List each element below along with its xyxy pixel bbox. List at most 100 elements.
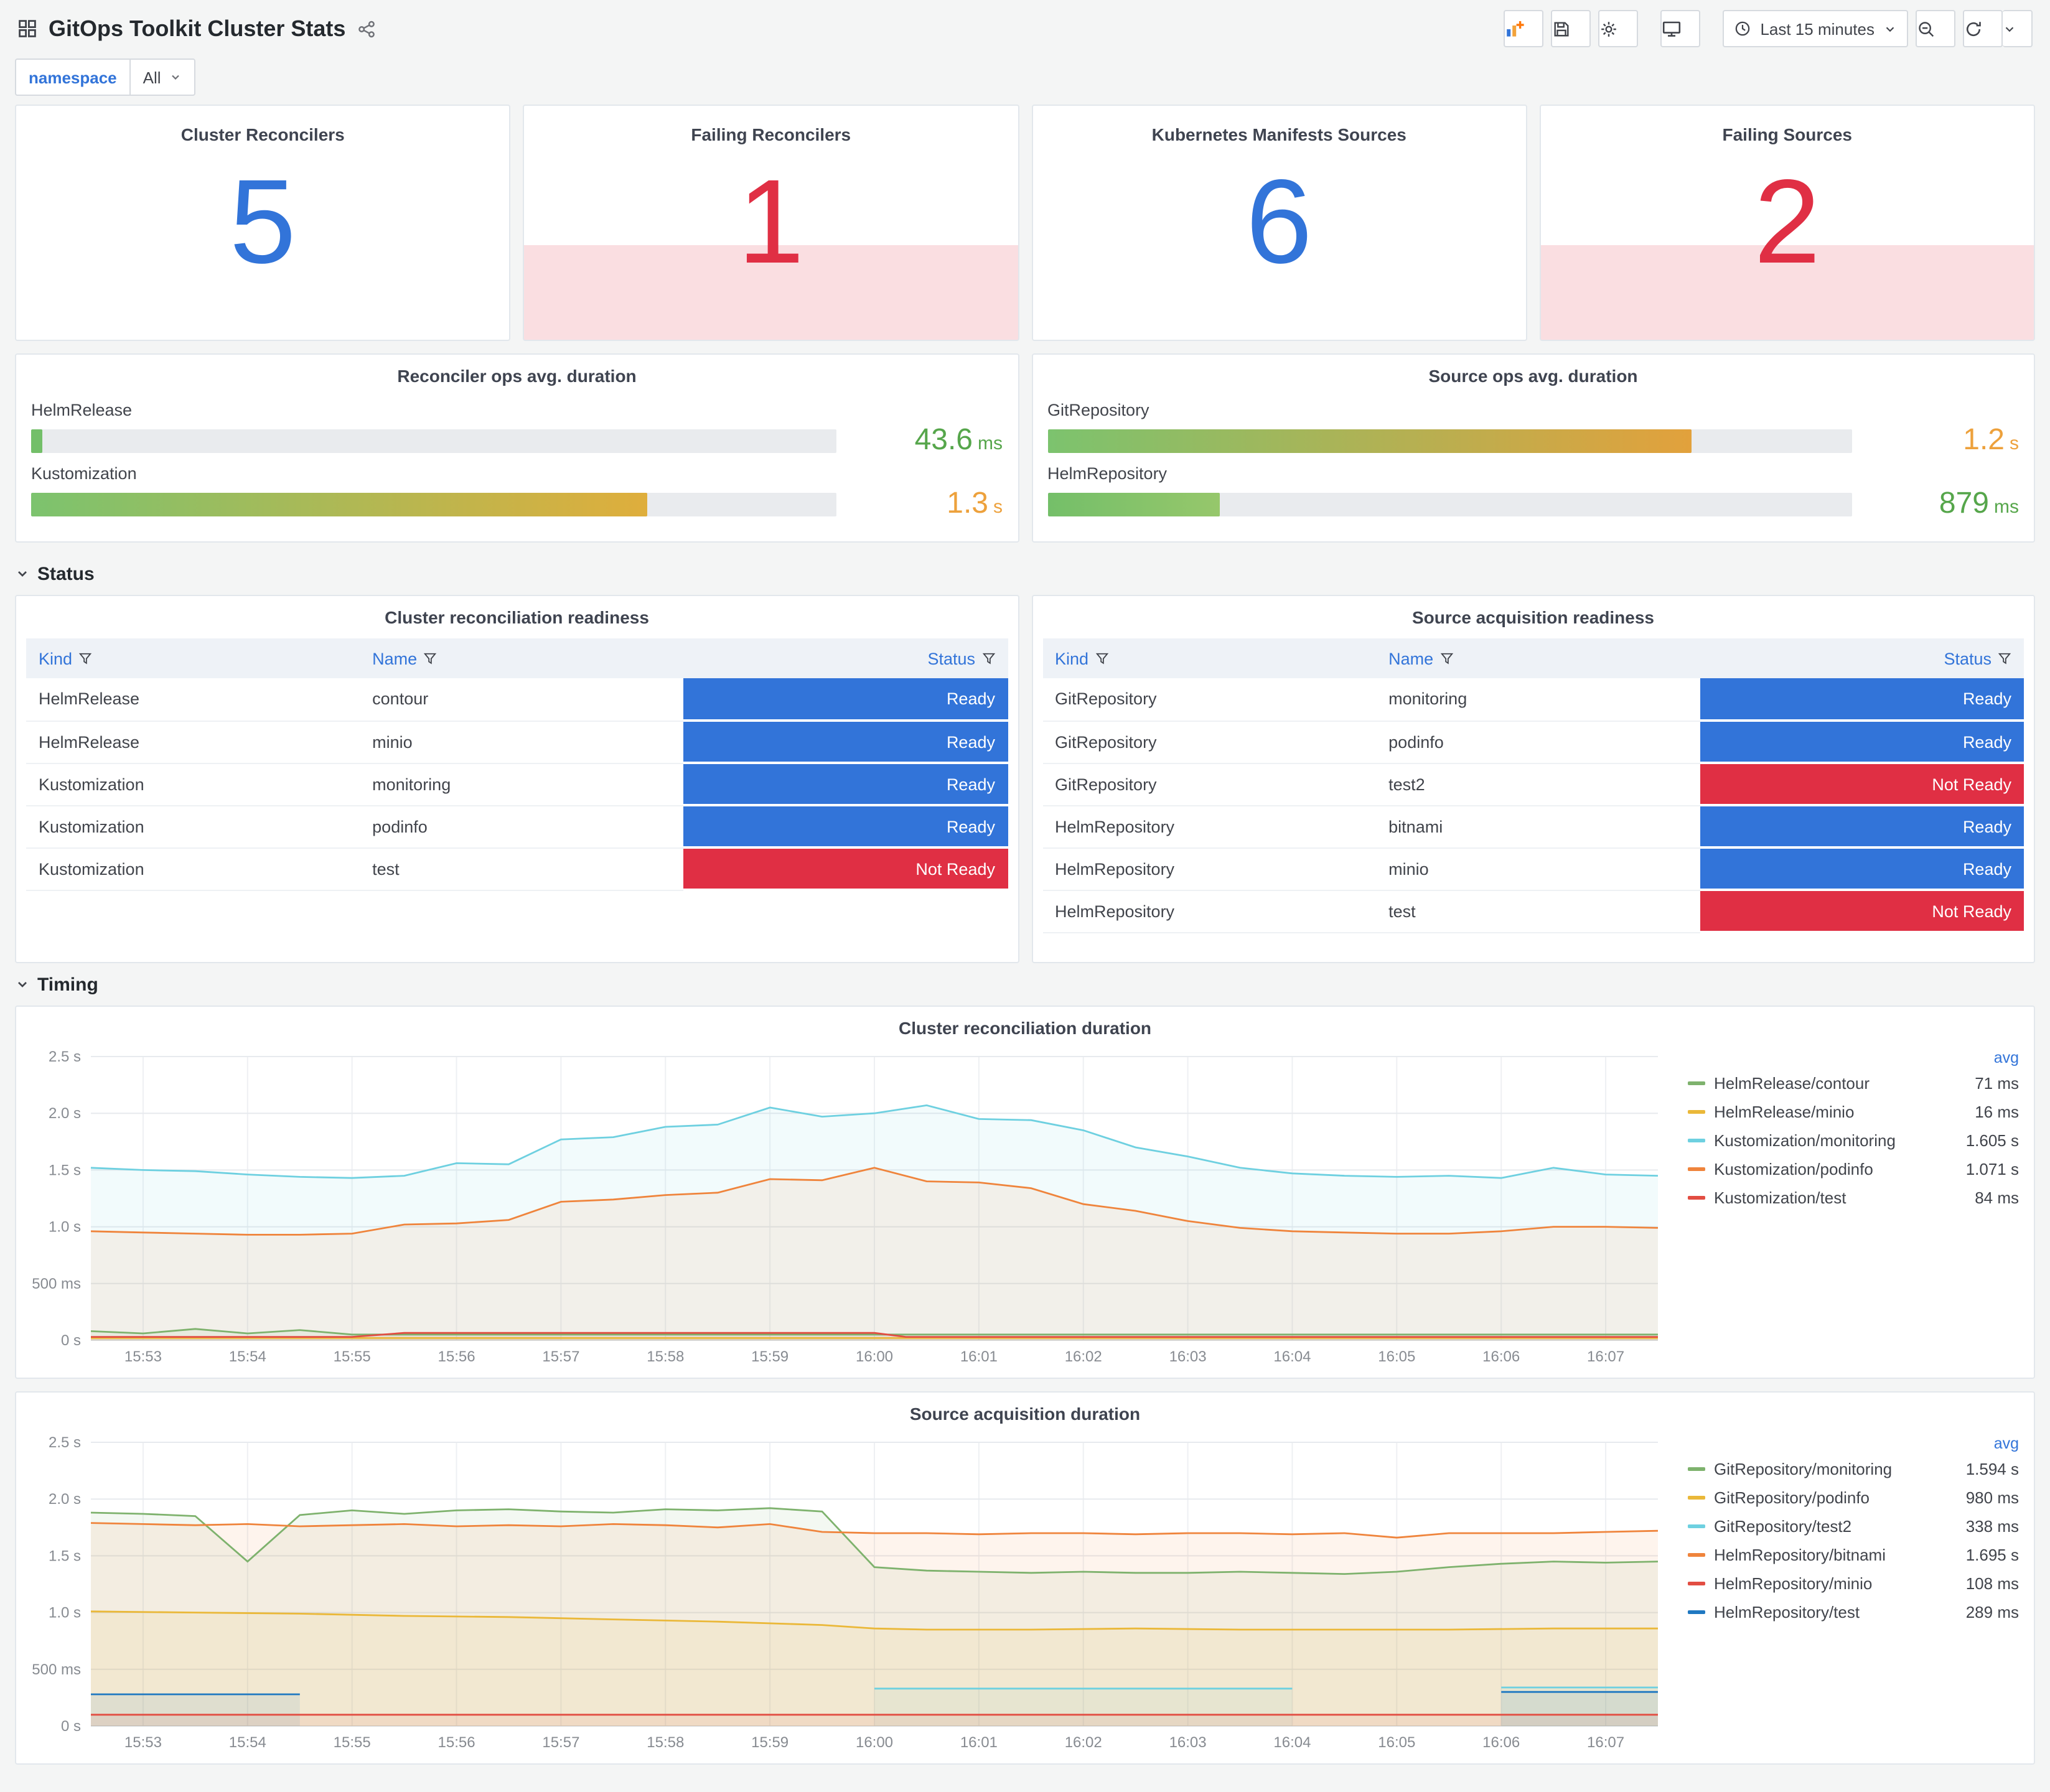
svg-text:16:04: 16:04	[1273, 1734, 1311, 1751]
column-header-name[interactable]: Name	[1376, 638, 1700, 678]
zoom-out-button[interactable]	[1916, 10, 1955, 47]
series-color-marker	[1688, 1524, 1705, 1528]
gauge-panels-row: Reconciler ops avg. duration HelmRelease	[15, 353, 2035, 543]
refresh-interval-dropdown[interactable]	[2003, 10, 2033, 47]
gauge-fill	[1047, 492, 1220, 516]
series-color-marker	[1688, 1553, 1705, 1557]
series-avg-value: 84 ms	[1975, 1188, 2019, 1207]
filter-funnel-icon[interactable]	[78, 651, 92, 665]
svg-text:16:07: 16:07	[1587, 1734, 1624, 1751]
refresh-button[interactable]	[1963, 10, 2003, 47]
legend-avg-header[interactable]: avg	[1688, 1047, 2019, 1069]
svg-text:1.5 s: 1.5 s	[49, 1162, 81, 1178]
legend-item[interactable]: HelmRepository/test 289 ms	[1688, 1598, 2019, 1626]
namespace-variable-label: namespace	[16, 60, 131, 95]
svg-text:16:03: 16:03	[1169, 1348, 1207, 1365]
series-avg-value: 1.594 s	[1965, 1460, 2019, 1478]
filter-funnel-icon[interactable]	[1998, 651, 2011, 665]
table-row: HelmRelease contour Ready	[26, 678, 1008, 722]
cell-kind: Kustomization	[26, 763, 360, 806]
legend-item[interactable]: Kustomization/monitoring 1.605 s	[1688, 1126, 2019, 1155]
series-color-marker	[1688, 1496, 1705, 1500]
chart-panel-reconciliation-duration: Cluster reconciliation duration 15:53 15:…	[15, 1006, 2035, 1379]
column-header-name[interactable]: Name	[360, 638, 684, 678]
chart-legend: avg GitRepository/monitoring 1.594 s Git…	[1673, 1430, 2024, 1756]
svg-text:15:56: 15:56	[438, 1734, 475, 1751]
legend-item[interactable]: GitRepository/monitoring 1.594 s	[1688, 1455, 2019, 1483]
svg-text:500 ms: 500 ms	[32, 1661, 81, 1678]
cell-name: monitoring	[360, 763, 684, 806]
gauge-row: Kustomization 1.3 s	[31, 464, 1003, 521]
save-dashboard-button[interactable]	[1551, 10, 1591, 47]
series-name: Kustomization/podinfo	[1714, 1160, 1873, 1178]
time-range-label: Last 15 minutes	[1760, 19, 1874, 38]
column-header-kind[interactable]: Kind	[26, 638, 360, 678]
svg-text:1.0 s: 1.0 s	[49, 1605, 81, 1622]
timeseries-plot[interactable]: 15:53 15:54 15:55 15:56 15:57 15:58 15:59 16:00…	[21, 1430, 1673, 1756]
time-picker-button[interactable]: Last 15 minutes	[1723, 10, 1908, 47]
gauge-value: 43.6 ms	[914, 423, 1003, 457]
timeseries-plot[interactable]: 15:53 15:54 15:55 15:56 15:57 15:58 15:59 16:00…	[21, 1044, 1673, 1370]
filter-funnel-icon[interactable]	[1439, 651, 1453, 665]
series-avg-value: 71 ms	[1975, 1074, 2019, 1093]
series-avg-value: 108 ms	[1965, 1574, 2019, 1593]
stat-value: 2	[1754, 156, 1821, 289]
table-row: GitRepository podinfo Ready	[1042, 721, 2024, 764]
series-name: GitRepository/podinfo	[1714, 1488, 1870, 1507]
gauge-track	[1047, 429, 1852, 452]
svg-text:15:54: 15:54	[229, 1734, 266, 1751]
table-row: Kustomization podinfo Ready	[26, 805, 1008, 849]
svg-text:16:01: 16:01	[960, 1734, 998, 1751]
cell-kind: HelmRepository	[1042, 805, 1377, 848]
series-name: HelmRepository/test	[1714, 1603, 1860, 1622]
column-header-status[interactable]: Status	[683, 638, 1008, 678]
chevron-down-icon	[15, 566, 30, 581]
cell-kind: HelmRelease	[26, 721, 360, 763]
legend-item[interactable]: Kustomization/test 84 ms	[1688, 1183, 2019, 1212]
filter-funnel-icon[interactable]	[981, 651, 995, 665]
add-panel-button[interactable]	[1504, 10, 1544, 47]
legend-item[interactable]: HelmRelease/contour 71 ms	[1688, 1069, 2019, 1098]
panel-title[interactable]: Source acquisition readiness	[1032, 596, 2034, 633]
dashboard-grid-icon[interactable]	[17, 19, 37, 39]
legend-item[interactable]: GitRepository/podinfo 980 ms	[1688, 1483, 2019, 1512]
series-color-marker	[1688, 1467, 1705, 1471]
filter-funnel-icon[interactable]	[423, 651, 437, 665]
svg-text:2.5 s: 2.5 s	[49, 1048, 81, 1065]
column-header-status[interactable]: Status	[1700, 638, 2024, 678]
svg-text:16:01: 16:01	[960, 1348, 998, 1365]
series-avg-value: 289 ms	[1965, 1603, 2019, 1622]
panel-title[interactable]: Reconciler ops avg. duration	[16, 355, 1018, 392]
section-header-timing[interactable]: Timing	[15, 963, 2035, 1006]
svg-text:16:04: 16:04	[1273, 1348, 1311, 1365]
cell-kind: HelmRepository	[1042, 847, 1377, 890]
legend-item[interactable]: HelmRelease/minio 16 ms	[1688, 1098, 2019, 1126]
cell-kind: Kustomization	[26, 847, 360, 890]
legend-item[interactable]: Kustomization/podinfo 1.071 s	[1688, 1155, 2019, 1183]
legend-item[interactable]: HelmRepository/minio 108 ms	[1688, 1569, 2019, 1598]
dashboard-settings-button[interactable]	[1598, 10, 1639, 47]
namespace-variable-dropdown[interactable]: All	[131, 60, 195, 95]
filter-funnel-icon[interactable]	[1095, 651, 1108, 665]
panel-title[interactable]: Cluster reconciliation readiness	[16, 596, 1018, 633]
panel-title[interactable]: Source acquisition duration	[16, 1393, 2034, 1430]
share-icon[interactable]	[357, 19, 375, 38]
stat-value: 5	[229, 156, 296, 289]
panel-title[interactable]: Source ops avg. duration	[1032, 355, 2034, 392]
cycle-view-mode-button[interactable]	[1660, 10, 1701, 47]
series-avg-value: 980 ms	[1965, 1488, 2019, 1507]
svg-text:16:02: 16:02	[1065, 1348, 1102, 1365]
clock-icon	[1734, 20, 1751, 37]
legend-item[interactable]: HelmRepository/bitnami 1.695 s	[1688, 1541, 2019, 1569]
column-header-kind[interactable]: Kind	[1042, 638, 1377, 678]
svg-text:16:05: 16:05	[1378, 1348, 1415, 1365]
gauge-track	[31, 492, 836, 516]
legend-avg-header[interactable]: avg	[1688, 1432, 2019, 1455]
table-row: Kustomization test Not Ready	[26, 847, 1008, 891]
cell-kind: GitRepository	[1042, 763, 1377, 806]
panel-title[interactable]: Cluster reconciliation duration	[16, 1007, 2034, 1044]
legend-item[interactable]: GitRepository/test2 338 ms	[1688, 1512, 2019, 1541]
svg-text:15:57: 15:57	[542, 1348, 579, 1365]
section-header-status[interactable]: Status	[15, 553, 2035, 595]
series-name: HelmRepository/minio	[1714, 1574, 1873, 1593]
